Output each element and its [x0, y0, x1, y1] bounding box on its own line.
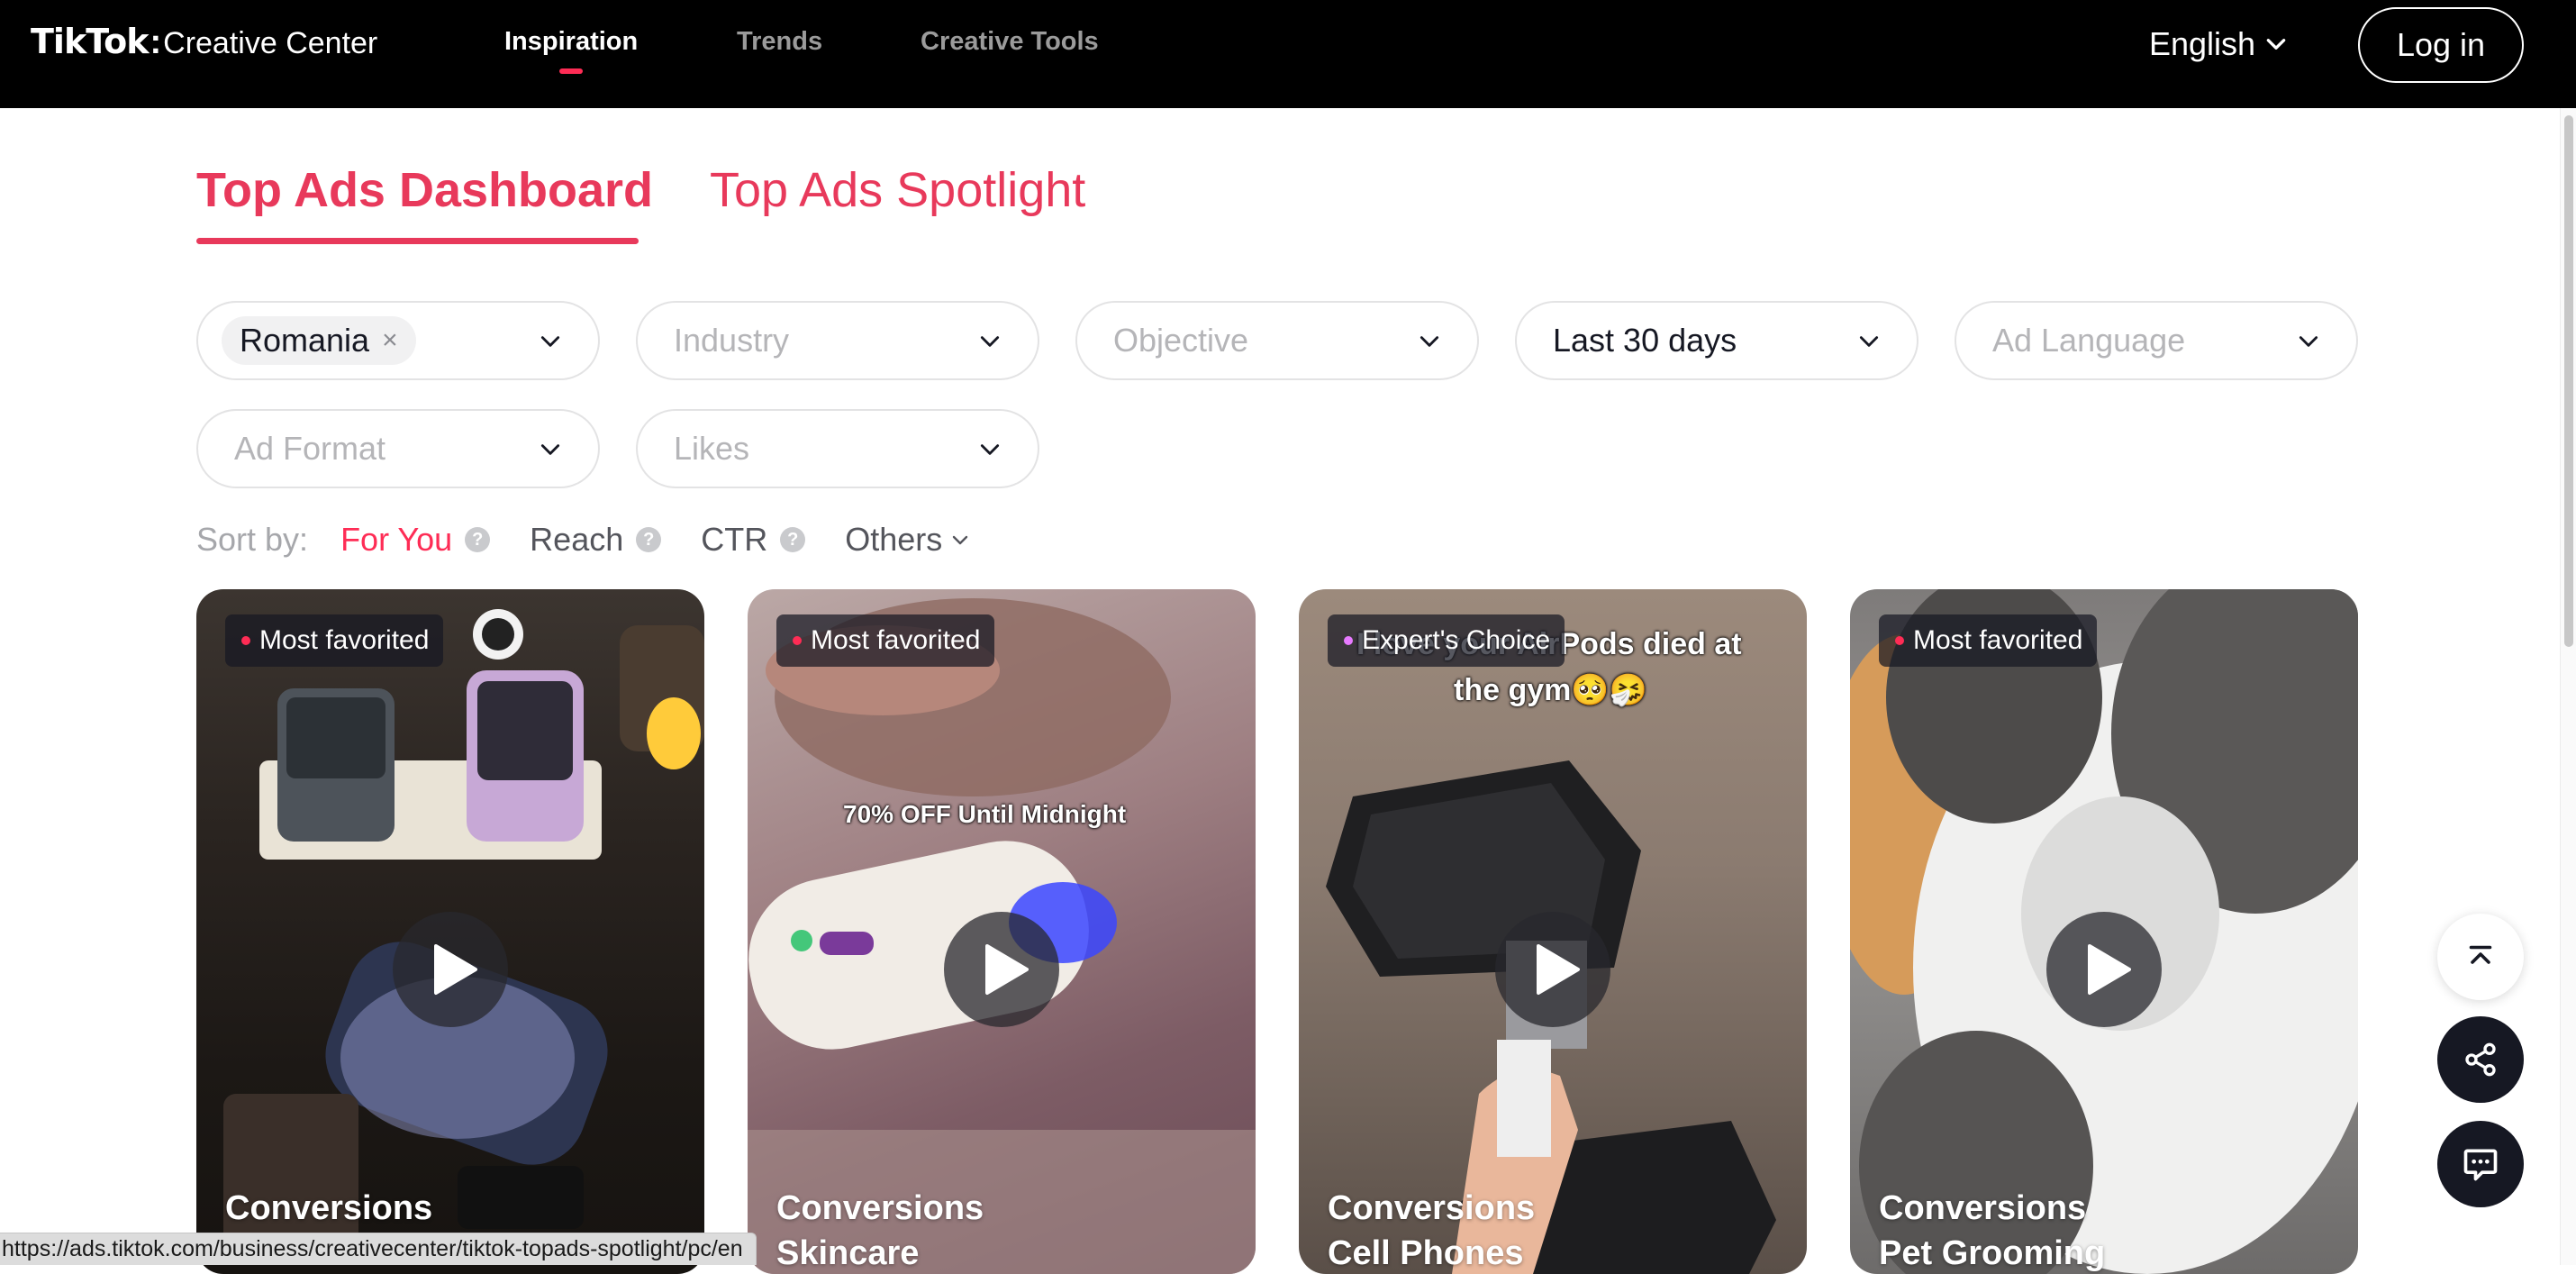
help-icon[interactable]: ?: [465, 527, 491, 552]
play-button[interactable]: [944, 912, 1059, 1027]
tab-top-ads-spotlight[interactable]: Top Ads Spotlight: [710, 162, 1085, 218]
country-chip: Romania ×: [222, 316, 416, 365]
ad-card[interactable]: Most favorited Conversions Pet Grooming: [1850, 589, 2358, 1274]
ad-card[interactable]: Most favorited Conversions: [196, 589, 704, 1274]
nav-link-creative-tools[interactable]: Creative Tools: [921, 27, 1099, 57]
back-to-top-button[interactable]: [2437, 914, 2524, 1000]
badge-dot: [1344, 636, 1353, 645]
chevron-down-icon: [540, 336, 560, 347]
tab-top-ads-dashboard[interactable]: Top Ads Dashboard: [196, 162, 653, 218]
play-button[interactable]: [393, 912, 508, 1027]
sort-label: Sort by:: [196, 521, 309, 558]
chevron-down-icon: [2299, 336, 2318, 347]
chevron-down-icon: [953, 535, 968, 545]
play-icon: [2088, 944, 2131, 995]
nav-link-trends[interactable]: Trends: [737, 27, 822, 57]
nav-link-inspiration[interactable]: Inspiration: [504, 27, 639, 74]
period-value: Last 30 days: [1553, 322, 1737, 359]
badge-label: Most favorited: [1913, 625, 2083, 655]
card-industry: Cell Phones: [1328, 1234, 1524, 1272]
chevron-down-icon: [980, 444, 1000, 455]
card-objective: Conversions: [1879, 1189, 2087, 1227]
logo-product: Creative Center: [163, 26, 378, 60]
country-chip-label: Romania: [240, 322, 370, 359]
ad-overlay-caption-line2: the gym🥺🤧: [1454, 673, 1648, 707]
card-objective: Conversions: [225, 1189, 433, 1227]
ad-overlay-caption: 70% OFF Until Midnight: [843, 800, 1127, 828]
sort-option-label: CTR: [701, 521, 768, 558]
sort-option-reach[interactable]: Reach ?: [530, 521, 662, 559]
logo-separator: :: [150, 23, 162, 61]
badge-label: Expert's Choice: [1362, 625, 1551, 655]
card-industry: Pet Grooming: [1879, 1234, 2106, 1272]
play-button[interactable]: [1495, 912, 1610, 1027]
remove-chip-icon[interactable]: ×: [382, 325, 398, 356]
badge-dot: [241, 636, 250, 645]
chevron-down-icon: [980, 336, 1000, 347]
share-button[interactable]: [2437, 1016, 2524, 1103]
page-scrollbar[interactable]: [2560, 108, 2576, 1265]
sort-option-ctr[interactable]: CTR ?: [701, 521, 806, 559]
sort-option-for-you[interactable]: For You ?: [340, 521, 491, 559]
play-button[interactable]: [2046, 912, 2162, 1027]
scrollbar-thumb[interactable]: [2564, 115, 2573, 647]
help-icon[interactable]: ?: [636, 527, 662, 552]
country-filter[interactable]: Romania ×: [196, 301, 600, 380]
logo-brand: TikTok: [31, 22, 149, 61]
chat-icon: [2463, 1149, 2498, 1181]
back-to-top-icon: [2469, 945, 2492, 964]
chevron-down-icon: [1859, 336, 1879, 347]
help-icon[interactable]: ?: [780, 527, 806, 552]
top-navigation: TikTok : Creative Center Inspiration Tre…: [0, 0, 2576, 108]
objective-placeholder: Objective: [1113, 322, 1249, 359]
active-tab-indicator: [196, 238, 639, 244]
ad-language-placeholder: Ad Language: [1992, 322, 2186, 359]
card-objective: Conversions: [776, 1189, 984, 1227]
active-nav-indicator: [559, 68, 584, 74]
others-label: Others: [845, 521, 943, 558]
language-label: English: [2149, 25, 2256, 62]
experts-choice-badge: Expert's Choice: [1328, 614, 1565, 667]
badge-label: Most favorited: [811, 625, 981, 655]
play-icon: [1537, 944, 1580, 995]
period-filter[interactable]: Last 30 days: [1515, 301, 1918, 380]
most-favorited-badge: Most favorited: [1879, 614, 2098, 667]
industry-placeholder: Industry: [674, 322, 790, 359]
nav-link-label: Inspiration: [504, 27, 639, 56]
badge-label: Most favorited: [259, 625, 430, 655]
likes-placeholder: Likes: [674, 430, 750, 467]
ad-card[interactable]: 70% OFF Until Midnight Most favorited Co…: [748, 589, 1256, 1274]
ad-format-placeholder: Ad Format: [234, 430, 386, 467]
ad-card[interactable]: I love your AirPods died at the gym🥺🤧 Ex…: [1299, 589, 1807, 1274]
likes-filter[interactable]: Likes: [636, 409, 1039, 488]
chevron-down-icon: [1420, 336, 1439, 347]
ad-language-filter[interactable]: Ad Language: [1955, 301, 2358, 380]
nav-link-label: Creative Tools: [921, 27, 1099, 56]
share-icon: [2465, 1042, 2496, 1077]
card-industry: Skincare: [776, 1234, 920, 1272]
chevron-down-icon: [540, 444, 560, 455]
most-favorited-badge: Most favorited: [776, 614, 995, 667]
play-icon: [985, 944, 1029, 995]
feedback-button[interactable]: [2437, 1121, 2524, 1207]
sort-bar: Sort by: For You ? Reach ? CTR ? Others: [196, 517, 971, 562]
login-button[interactable]: Log in: [2358, 7, 2524, 83]
badge-dot: [1895, 636, 1904, 645]
most-favorited-badge: Most favorited: [225, 614, 444, 667]
industry-filter[interactable]: Industry: [636, 301, 1039, 380]
sort-option-label: For You: [340, 521, 453, 558]
ad-format-filter[interactable]: Ad Format: [196, 409, 600, 488]
play-icon: [434, 944, 477, 995]
sort-option-label: Reach: [530, 521, 624, 558]
objective-filter[interactable]: Objective: [1075, 301, 1479, 380]
language-selector[interactable]: English: [2149, 25, 2288, 63]
link-preview-status-bar: https://ads.tiktok.com/business/creative…: [0, 1233, 757, 1265]
card-objective: Conversions: [1328, 1189, 1536, 1227]
chevron-down-icon: [2266, 39, 2286, 50]
sort-others-dropdown[interactable]: Others: [845, 521, 971, 559]
badge-dot: [793, 636, 802, 645]
tiktok-creative-center-logo[interactable]: TikTok : Creative Center: [31, 22, 377, 61]
nav-link-label: Trends: [737, 27, 823, 56]
